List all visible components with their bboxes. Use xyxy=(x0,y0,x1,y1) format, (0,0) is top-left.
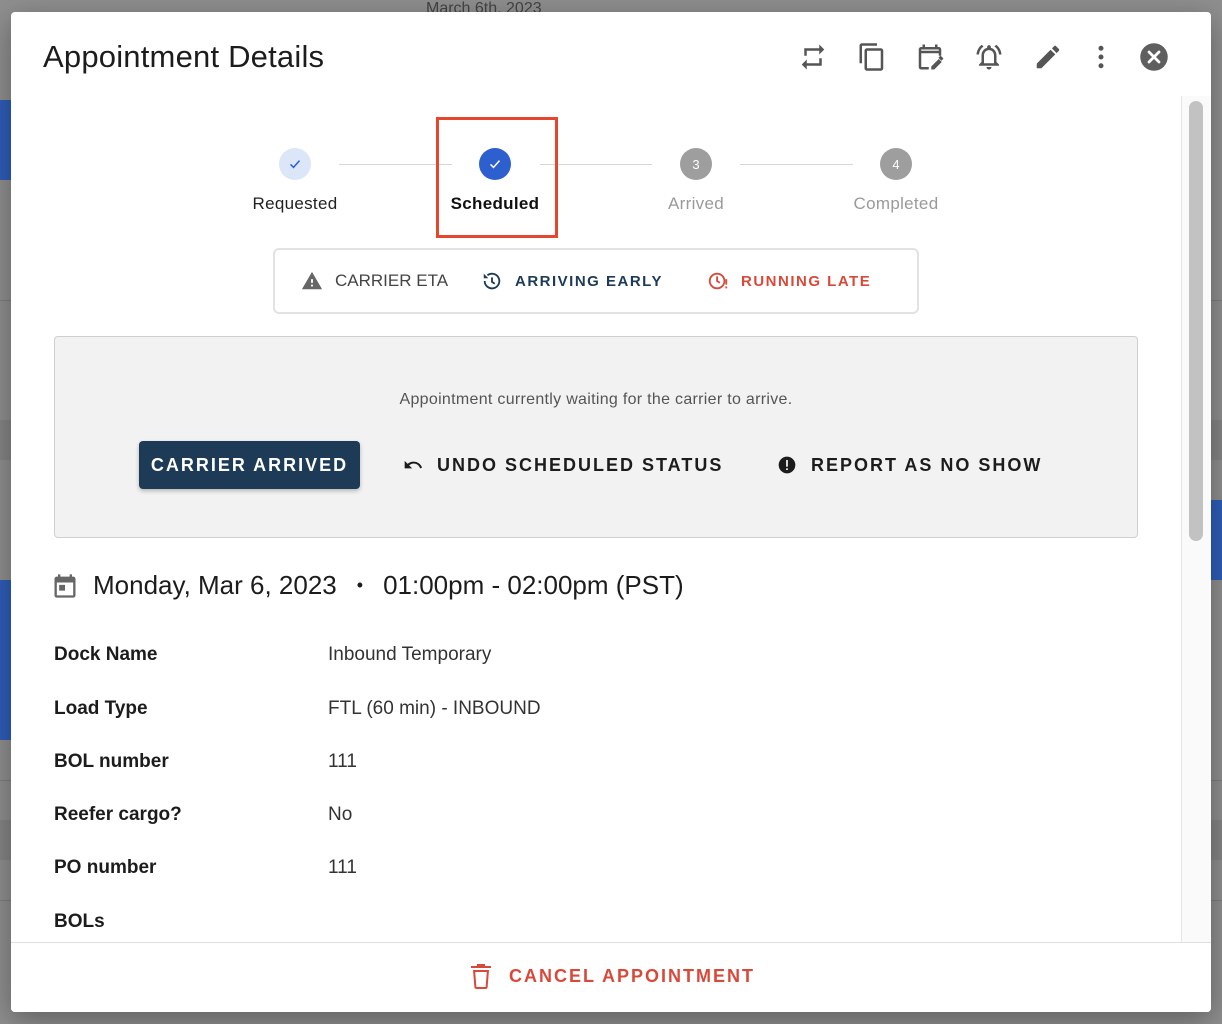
dialog-footer: CANCEL APPOINTMENT xyxy=(11,942,1211,1012)
appointment-date: Monday, Mar 6, 2023 xyxy=(93,570,337,600)
step-label: Completed xyxy=(853,194,939,213)
background-event xyxy=(1210,500,1222,580)
cancel-appointment-button[interactable]: CANCEL APPOINTMENT xyxy=(469,963,755,989)
arriving-early-label: ARRIVING EARLY xyxy=(515,272,663,290)
step-label: Arrived xyxy=(668,194,724,213)
carrier-arrived-button[interactable]: CARRIER ARRIVED xyxy=(139,441,360,489)
step-number: 3 xyxy=(680,148,712,180)
detail-label: BOL number xyxy=(54,751,169,772)
step-label: Requested xyxy=(252,194,338,213)
scrollbar[interactable] xyxy=(1181,96,1211,942)
report-no-show-button[interactable]: REPORT AS NO SHOW xyxy=(777,441,1042,489)
copy-icon[interactable] xyxy=(855,40,889,74)
undo-scheduled-status-button[interactable]: UNDO SCHEDULED STATUS xyxy=(403,441,723,489)
carrier-eta-box: CARRIER ETA ARRIVING EARLY RUNNING LATE xyxy=(273,248,919,314)
appointment-details-dialog: Appointment Details Requested Scheduled … xyxy=(11,12,1211,1012)
dialog-title: Appointment Details xyxy=(43,39,325,74)
carrier-eta-title: CARRIER ETA xyxy=(301,250,448,312)
step-arrived: 3 Arrived xyxy=(626,148,766,214)
detail-value: 111 xyxy=(328,751,357,772)
notification-icon[interactable] xyxy=(972,40,1006,74)
running-late-button[interactable]: RUNNING LATE xyxy=(707,250,871,312)
datetime-separator: • xyxy=(356,575,364,595)
scrollbar-thumb[interactable] xyxy=(1189,101,1203,541)
more-vert-icon[interactable] xyxy=(1084,40,1118,74)
repeat-icon[interactable] xyxy=(796,40,830,74)
reschedule-icon[interactable] xyxy=(913,40,947,74)
trash-icon xyxy=(471,964,491,989)
close-icon[interactable] xyxy=(1137,40,1171,74)
step-completed: 4 Completed xyxy=(826,148,966,214)
status-stepper: Requested Scheduled 3 Arrived 4 Complete… xyxy=(11,100,1181,238)
alert-circle-icon xyxy=(778,456,796,474)
step-requested: Requested xyxy=(225,148,365,214)
detail-label: Dock Name xyxy=(54,644,158,665)
edit-icon[interactable] xyxy=(1031,40,1065,74)
detail-value: FTL (60 min) - INBOUND xyxy=(328,698,541,719)
detail-value: Inbound Temporary xyxy=(328,644,492,665)
step-number: 4 xyxy=(880,148,912,180)
detail-value: 111 xyxy=(328,857,357,878)
appointment-time: 01:00pm - 02:00pm (PST) xyxy=(383,570,684,600)
dialog-content[interactable]: Requested Scheduled 3 Arrived 4 Complete… xyxy=(11,100,1181,942)
clock-alert-icon xyxy=(708,272,728,290)
warning-icon xyxy=(301,271,323,290)
background-date: March 6th, 2023 xyxy=(426,0,542,12)
status-panel: Appointment currently waiting for the ca… xyxy=(54,336,1138,538)
arriving-early-button[interactable]: ARRIVING EARLY xyxy=(481,250,663,312)
detail-label: Load Type xyxy=(54,698,148,719)
cancel-appointment-label: CANCEL APPOINTMENT xyxy=(509,965,756,986)
dialog-header: Appointment Details xyxy=(11,12,1211,100)
history-icon xyxy=(483,272,501,290)
appointment-datetime: Monday, Mar 6, 2023 • 01:00pm - 02:00pm … xyxy=(51,570,684,601)
eta-label: CARRIER ETA xyxy=(335,271,449,290)
detail-label: BOLs xyxy=(54,911,105,932)
check-icon xyxy=(279,148,311,180)
undo-label: UNDO SCHEDULED STATUS xyxy=(437,454,724,475)
detail-value: No xyxy=(328,804,353,825)
highlight-box xyxy=(436,117,558,238)
status-message: Appointment currently waiting for the ca… xyxy=(399,391,793,408)
no-show-label: REPORT AS NO SHOW xyxy=(811,454,1043,475)
calendar-icon xyxy=(54,573,76,598)
running-late-label: RUNNING LATE xyxy=(741,272,872,290)
undo-icon xyxy=(404,460,423,469)
detail-label: PO number xyxy=(54,857,157,878)
detail-label: Reefer cargo? xyxy=(54,804,182,825)
